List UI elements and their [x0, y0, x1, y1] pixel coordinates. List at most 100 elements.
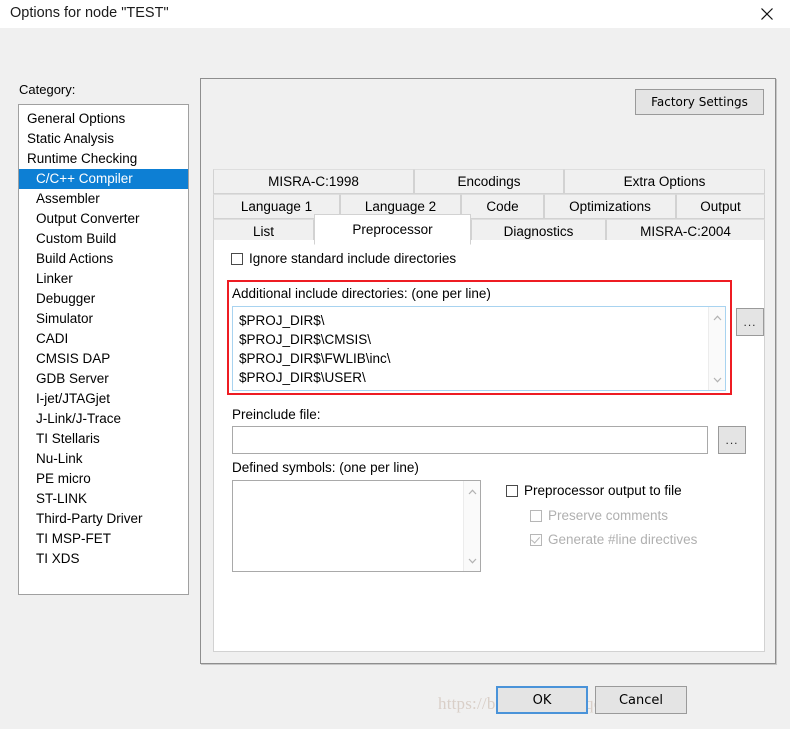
scroll-down-arrow-icon[interactable] [709, 371, 725, 388]
tab-label: List [253, 224, 274, 239]
cancel-button[interactable]: Cancel [595, 686, 687, 714]
scrollbar-vertical[interactable] [708, 307, 725, 390]
generate-line-directives-label: Generate #line directives [548, 532, 697, 547]
defined-symbols-label: Defined symbols: (one per line) [232, 460, 419, 475]
preserve-comments-label: Preserve comments [548, 508, 668, 523]
preinclude-file-label: Preinclude file: [232, 407, 321, 422]
tab-label: Optimizations [569, 199, 651, 214]
scrollbar-vertical[interactable] [463, 481, 480, 571]
checkbox-box [530, 534, 542, 546]
preprocessor-output-to-file-checkbox[interactable]: Preprocessor output to file [506, 483, 682, 498]
tab-label: Language 1 [241, 199, 312, 214]
generate-line-directives-checkbox: Generate #line directives [530, 532, 697, 547]
sidebar-item-j-link-j-trace[interactable]: J-Link/J-Trace [19, 409, 188, 429]
sidebar-item-label: Custom Build [36, 231, 116, 246]
sidebar-item-linker[interactable]: Linker [19, 269, 188, 289]
tab-strip: MISRA-C:1998 Encodings Extra Options Langu… [213, 169, 765, 241]
sidebar-item-output-converter[interactable]: Output Converter [19, 209, 188, 229]
sidebar-item-third-party-driver[interactable]: Third-Party Driver [19, 509, 188, 529]
sidebar-item-nu-link[interactable]: Nu-Link [19, 449, 188, 469]
sidebar-item-label: CADI [36, 331, 68, 346]
checkbox-box [231, 253, 243, 265]
sidebar-item-label: J-Link/J-Trace [36, 411, 121, 426]
sidebar-item-debugger[interactable]: Debugger [19, 289, 188, 309]
sidebar-item-label: General Options [27, 111, 125, 126]
tab-misra-c-1998[interactable]: MISRA-C:1998 [213, 169, 414, 194]
additional-include-value: $PROJ_DIR$\ $PROJ_DIR$\CMSIS\ $PROJ_DIR$… [239, 311, 391, 387]
tab-optimizations[interactable]: Optimizations [544, 194, 676, 219]
tab-label: Extra Options [624, 174, 706, 189]
tab-label: MISRA-C:2004 [640, 224, 731, 239]
scroll-down-arrow-icon[interactable] [464, 552, 480, 569]
sidebar-item-pe-micro[interactable]: PE micro [19, 469, 188, 489]
checkbox-box [530, 510, 542, 522]
tab-label: Encodings [457, 174, 520, 189]
tab-extra-options[interactable]: Extra Options [564, 169, 765, 194]
scroll-up-arrow-icon[interactable] [464, 483, 480, 500]
ignore-standard-include-label: Ignore standard include directories [249, 251, 456, 266]
sidebar-item-c-c-compiler[interactable]: C/C++ Compiler [19, 169, 188, 189]
ignore-standard-include-checkbox[interactable]: Ignore standard include directories [231, 251, 456, 266]
sidebar-item-label: C/C++ Compiler [36, 171, 133, 186]
sidebar-item-assembler[interactable]: Assembler [19, 189, 188, 209]
scroll-up-arrow-icon[interactable] [709, 309, 725, 326]
sidebar-item-label: Output Converter [36, 211, 140, 226]
sidebar-item-st-link[interactable]: ST-LINK [19, 489, 188, 509]
tab-label: Output [700, 199, 741, 214]
tab-label: Language 2 [365, 199, 436, 214]
tab-row-1: MISRA-C:1998 Encodings Extra Options [213, 169, 765, 194]
ok-button[interactable]: OK [496, 686, 588, 714]
sidebar-item-gdb-server[interactable]: GDB Server [19, 369, 188, 389]
sidebar-item-cmsis-dap[interactable]: CMSIS DAP [19, 349, 188, 369]
tab-label: Code [486, 199, 518, 214]
sidebar-item-ti-msp-fet[interactable]: TI MSP-FET [19, 529, 188, 549]
tab-label: Preprocessor [352, 222, 432, 237]
preinclude-file-input[interactable] [232, 426, 708, 454]
browse-include-directories-button[interactable]: ... [736, 308, 764, 336]
factory-settings-button[interactable]: Factory Settings [635, 89, 764, 115]
tab-label: Diagnostics [504, 224, 574, 239]
sidebar-item-label: GDB Server [36, 371, 109, 386]
additional-include-textarea[interactable]: $PROJ_DIR$\ $PROJ_DIR$\CMSIS\ $PROJ_DIR$… [232, 306, 726, 391]
sidebar-item-label: Third-Party Driver [36, 511, 143, 526]
sidebar-item-label: Runtime Checking [27, 151, 137, 166]
sidebar-item-static-analysis[interactable]: Static Analysis [19, 129, 188, 149]
preprocessor-output-to-file-label: Preprocessor output to file [524, 483, 682, 498]
tab-encodings[interactable]: Encodings [414, 169, 564, 194]
sidebar-item-label: Assembler [36, 191, 100, 206]
sidebar-item-simulator[interactable]: Simulator [19, 309, 188, 329]
tab-row-2: Language 1 Language 2 Code Optimizations Out… [213, 194, 765, 219]
sidebar-item-general-options[interactable]: General Options [19, 109, 188, 129]
close-button[interactable] [744, 0, 790, 28]
options-panel: Factory Settings Multi-file Compilation … [200, 78, 776, 664]
tab-preprocessor[interactable]: Preprocessor [314, 214, 471, 245]
checkbox-box [506, 485, 518, 497]
preserve-comments-checkbox: Preserve comments [530, 508, 668, 523]
sidebar-item-label: Build Actions [36, 251, 113, 266]
sidebar-item-label: TI Stellaris [36, 431, 100, 446]
sidebar-item-label: PE micro [36, 471, 91, 486]
sidebar-item-label: Debugger [36, 291, 95, 306]
tab-output[interactable]: Output [676, 194, 765, 219]
sidebar-item-label: Nu-Link [36, 451, 83, 466]
close-icon [760, 7, 774, 21]
tab-label: MISRA-C:1998 [268, 174, 359, 189]
sidebar-item-build-actions[interactable]: Build Actions [19, 249, 188, 269]
category-list[interactable]: General Options Static Analysis Runtime Ch… [18, 104, 189, 595]
additional-include-label: Additional include directories: (one per… [232, 286, 491, 301]
defined-symbols-textarea[interactable] [232, 480, 481, 572]
sidebar-item-label: Linker [36, 271, 73, 286]
sidebar-item-runtime-checking[interactable]: Runtime Checking [19, 149, 188, 169]
browse-preinclude-file-button[interactable]: ... [718, 426, 746, 454]
sidebar-item-i-jet-jtagjet[interactable]: I-jet/JTAGjet [19, 389, 188, 409]
window-title: Options for node "TEST" [10, 5, 169, 21]
sidebar-item-label: I-jet/JTAGjet [36, 391, 110, 406]
sidebar-item-custom-build[interactable]: Custom Build [19, 229, 188, 249]
tab-code[interactable]: Code [461, 194, 544, 219]
sidebar-item-cadi[interactable]: CADI [19, 329, 188, 349]
preprocessor-tab-pane: Ignore standard include directories Addi… [213, 240, 765, 652]
sidebar-item-label: Static Analysis [27, 131, 114, 146]
sidebar-item-ti-stellaris[interactable]: TI Stellaris [19, 429, 188, 449]
sidebar-item-label: CMSIS DAP [36, 351, 110, 366]
sidebar-item-ti-xds[interactable]: TI XDS [19, 549, 188, 569]
